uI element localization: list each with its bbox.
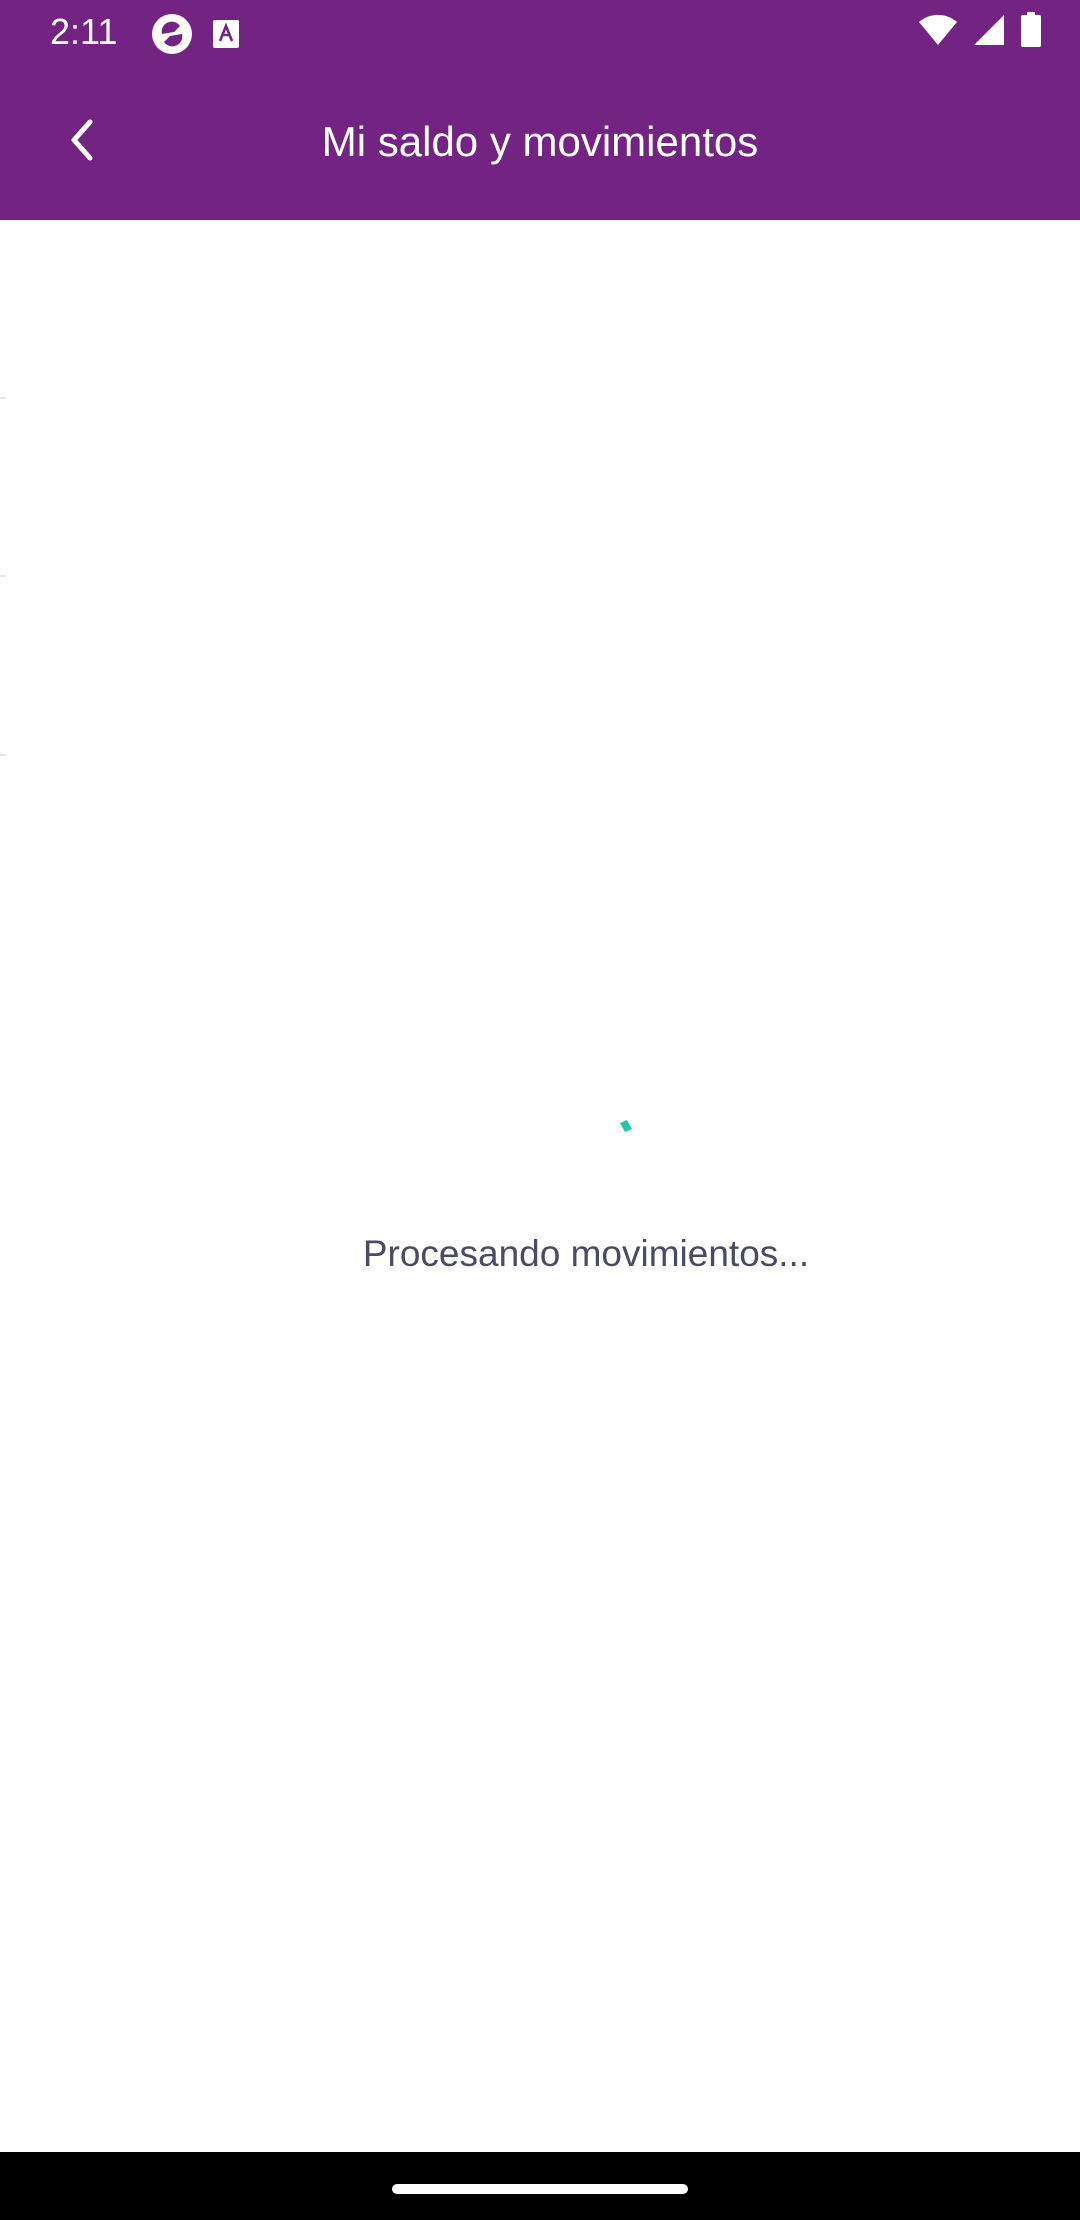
content-area — [0, 220, 1080, 2152]
system-navigation-bar — [0, 2152, 1080, 2220]
status-bar: 2:11 — [0, 0, 1080, 64]
status-right-icons — [918, 12, 1042, 53]
status-left-icons — [150, 12, 240, 61]
placeholder-divider — [0, 575, 6, 577]
app-notification-icon — [150, 12, 194, 61]
screen: 2:11 Mi saldo y movimientos Procesando m… — [0, 0, 1080, 2220]
status-time: 2:11 — [50, 11, 118, 52]
keyboard-a-icon — [212, 19, 240, 54]
home-indicator[interactable] — [392, 2184, 688, 2194]
placeholder-divider — [0, 754, 6, 756]
app-bar: Mi saldo y movimientos — [0, 64, 1080, 220]
placeholder-divider — [0, 397, 6, 399]
page-title: Mi saldo y movimientos — [321, 118, 759, 165]
loading-message: Procesando movimientos... — [362, 1233, 810, 1274]
battery-icon — [1020, 12, 1042, 53]
loading-spinner-icon — [618, 1118, 634, 1134]
cell-signal-icon — [972, 13, 1006, 52]
wifi-icon — [918, 13, 958, 52]
